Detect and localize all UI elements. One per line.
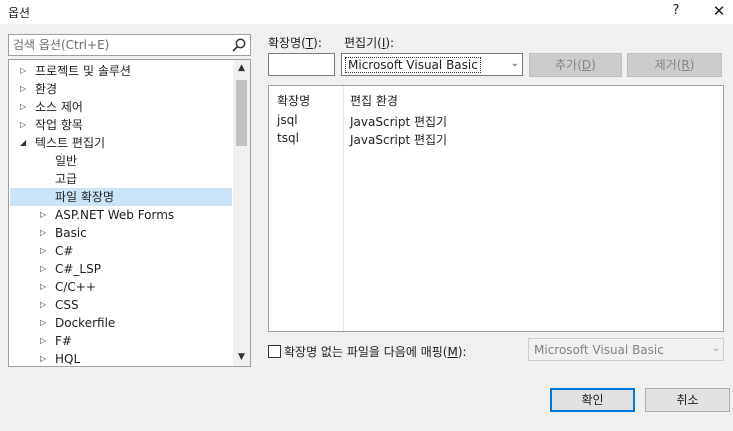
tree-item[interactable]: ▷ 환경 — [10, 80, 232, 98]
expand-arrow-icon[interactable]: ▷ — [40, 332, 50, 350]
tree-scrollbar[interactable]: ▲ ▼ — [233, 60, 250, 366]
extension-label: 확장명(T): — [268, 36, 322, 50]
editor-cell[interactable]: JavaScript 편집기 — [350, 131, 447, 148]
search-input[interactable] — [9, 35, 229, 55]
expand-arrow-icon[interactable]: ▷ — [40, 206, 50, 224]
extension-cell[interactable]: tsql — [277, 131, 299, 145]
tree-item-label: Basic — [55, 226, 87, 240]
tree-item[interactable]: ▷ Dockerfile — [10, 314, 232, 332]
add-button[interactable]: 추가(D) — [529, 53, 622, 77]
tree-item[interactable]: ▷ C/C++ — [10, 278, 232, 296]
extension-input[interactable] — [268, 53, 335, 76]
ok-button[interactable]: 확인 — [550, 388, 635, 412]
tree-item-label: HQL — [55, 352, 81, 366]
tree-item-label: F# — [55, 334, 72, 348]
expand-arrow-icon[interactable]: ▷ — [20, 98, 30, 116]
column-divider — [343, 86, 344, 331]
tree-item[interactable]: ▷ 소스 제어 — [10, 98, 232, 116]
expand-arrow-icon[interactable]: ▷ — [20, 116, 30, 134]
tree-item[interactable]: ▷ Basic — [10, 224, 232, 242]
window-title: 옵션 — [8, 6, 31, 20]
tree-item[interactable]: ▷ C# — [10, 242, 232, 260]
tree-item-label: 작업 항목 — [35, 118, 83, 132]
expand-arrow-icon[interactable]: ▷ — [40, 242, 50, 260]
tree-item[interactable]: ▷ 작업 항목 — [10, 116, 232, 134]
tree-item[interactable]: ▷ 프로젝트 및 솔루션 — [10, 62, 232, 80]
expand-arrow-icon[interactable]: ▷ — [40, 350, 50, 366]
map-label[interactable]: 확장명 없는 파일을 다음에 매핑(M): — [284, 343, 467, 360]
tree-item-label: 고급 — [55, 172, 78, 186]
tree-item-label: C/C++ — [55, 280, 96, 294]
tree-item[interactable]: 파일 확장명 — [10, 188, 232, 206]
close-button[interactable]: ✕ — [706, 0, 732, 24]
expand-arrow-icon[interactable]: ▷ — [20, 62, 30, 80]
editor-label: 편집기(I): — [344, 36, 395, 50]
scroll-down-icon[interactable]: ▼ — [233, 349, 250, 366]
tree-item-label: 파일 확장명 — [55, 190, 115, 204]
extension-cell[interactable]: jsql — [277, 113, 298, 127]
editor-select-value: Microsoft Visual Basic — [345, 57, 481, 73]
extension-list[interactable]: 확장명 편집 환경 jsql JavaScript 편집기 tsql JavaScri… — [268, 85, 724, 332]
expand-arrow-icon[interactable]: ▷ — [20, 80, 30, 98]
tree-item[interactable]: ▷ HQL — [10, 350, 232, 366]
tree-item-label: C#_LSP — [55, 262, 101, 276]
map-checkbox[interactable] — [268, 345, 281, 358]
tree-item[interactable]: ▷ ASP.NET Web Forms — [10, 206, 232, 224]
expand-arrow-icon[interactable]: ▷ — [40, 296, 50, 314]
tree-item[interactable]: 일반 — [10, 152, 232, 170]
search-box — [8, 34, 251, 56]
tree-item[interactable]: ▷ C#_LSP — [10, 260, 232, 278]
scroll-up-icon[interactable]: ▲ — [233, 60, 250, 77]
help-button[interactable]: ? — [664, 0, 688, 24]
editor-cell[interactable]: JavaScript 편집기 — [350, 113, 447, 130]
expand-arrow-icon[interactable]: ▷ — [40, 224, 50, 242]
tree-item[interactable]: ◢ 텍스트 편집기 — [10, 134, 232, 152]
editor-select[interactable]: Microsoft Visual Basic ⌄ — [341, 53, 523, 76]
expand-arrow-icon[interactable]: ▷ — [40, 314, 50, 332]
options-tree: ▷ 프로젝트 및 솔루션 ▷ 환경 ▷ 소스 제어 ▷ 작업 항목 ◢ 텍스트 편집기일반고급파일… — [8, 59, 251, 367]
remove-button[interactable]: 제거(R) — [627, 53, 722, 77]
tree-item-label: C# — [55, 244, 74, 258]
map-editor-select[interactable]: Microsoft Visual Basic ⌄ — [528, 338, 724, 361]
tree-item-label: 일반 — [55, 154, 78, 168]
tree-item[interactable]: 고급 — [10, 170, 232, 188]
column-header-editor[interactable]: 편집 환경 — [350, 92, 398, 109]
tree-item-label: 소스 제어 — [35, 100, 83, 114]
title-bar: 옵션 ? ✕ — [0, 0, 733, 24]
column-header-extension[interactable]: 확장명 — [277, 92, 310, 109]
tree-item-label: 프로젝트 및 솔루션 — [35, 64, 131, 78]
cancel-button[interactable]: 취소 — [645, 388, 730, 412]
search-icon[interactable] — [231, 37, 247, 53]
tree-item-label: 텍스트 편집기 — [35, 136, 106, 150]
expand-arrow-icon[interactable]: ▷ — [40, 260, 50, 278]
tree-item-label: Dockerfile — [55, 316, 116, 330]
tree-item[interactable]: ▷ CSS — [10, 296, 232, 314]
tree-item[interactable]: ▷ F# — [10, 332, 232, 350]
scroll-thumb[interactable] — [236, 80, 247, 146]
tree-item-label: ASP.NET Web Forms — [55, 208, 175, 222]
tree-item-label: CSS — [55, 298, 79, 312]
collapse-arrow-icon[interactable]: ◢ — [20, 134, 30, 152]
map-editor-value: Microsoft Visual Basic — [534, 343, 664, 357]
chevron-down-icon: ⌄ — [711, 343, 720, 354]
expand-arrow-icon[interactable]: ▷ — [40, 278, 50, 296]
tree-item-label: 환경 — [35, 82, 58, 96]
chevron-down-icon: ⌄ — [510, 58, 519, 69]
